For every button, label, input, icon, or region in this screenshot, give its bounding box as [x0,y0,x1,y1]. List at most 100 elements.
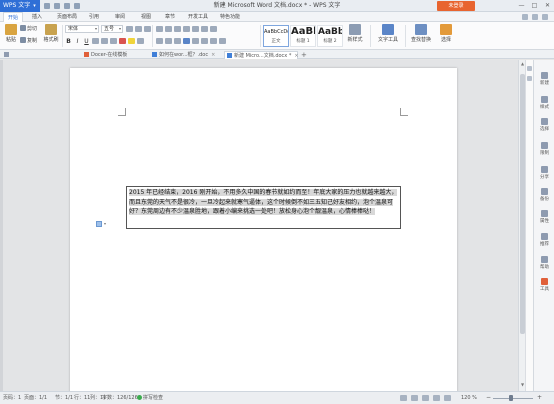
home-icon [4,51,9,57]
italic-button[interactable]: I [74,38,81,45]
distributed-icon[interactable] [192,38,199,44]
new-tab-button[interactable]: + [301,51,307,59]
border-icon[interactable] [219,38,226,44]
bold-button[interactable]: B [65,38,72,45]
justify-icon[interactable] [183,38,190,44]
font-color-icon[interactable] [119,38,126,44]
style-heading-2[interactable]: AaBb 标题 2 [317,25,343,47]
decrease-indent-icon[interactable] [174,26,181,32]
zoom-slider[interactable] [493,398,533,399]
clear-format-icon[interactable] [144,26,151,32]
tab-page-layout[interactable]: 页面布局 [52,12,82,22]
numbered-list-icon[interactable] [165,26,172,32]
spell-check-toggle[interactable]: 拼写检查 [137,392,163,404]
text-tools-button[interactable]: 文字工具 [377,24,399,43]
tab-section[interactable]: 章节 [160,12,180,22]
tab-insert[interactable]: 插入 [26,12,48,22]
close-button[interactable]: ✕ [541,0,554,12]
align-left-icon[interactable] [156,38,163,44]
bullet-list-icon[interactable] [156,26,163,32]
new-style-label: 新样式 [347,37,363,43]
tab-features[interactable]: 特色功能 [216,12,244,22]
pane-recommend[interactable]: 推荐 [534,233,554,247]
pane-styles[interactable]: 样式 [534,96,554,110]
zoom-in-button[interactable]: + [537,392,542,404]
line-spacing-icon[interactable] [201,38,208,44]
align-right-icon[interactable] [174,38,181,44]
tab-review[interactable]: 审阅 [110,12,130,22]
selected-text[interactable]: 2015 年已经结束，2016 刚开始，不用多久中国的春节就如约而至！年底大家的… [129,189,398,216]
doc-tab-docer[interactable]: Docer-在线模板 [82,51,127,59]
tab-home[interactable]: 开始 [3,12,23,22]
skin-icon[interactable] [522,14,528,20]
outline-view-icon[interactable] [433,395,440,401]
pane-backup[interactable]: 备份 [534,188,554,202]
sort-icon[interactable] [201,26,208,32]
minimize-button[interactable]: — [515,0,528,12]
zoom-out-button[interactable]: − [486,392,491,404]
full-screen-icon[interactable] [411,395,418,401]
paste-button[interactable]: 粘贴 [2,24,20,43]
cut-button[interactable]: 剪切 [20,25,37,33]
web-layout-icon[interactable] [422,395,429,401]
pane-select[interactable]: 选择 [534,118,554,132]
pane-tools[interactable]: 工具 [534,278,554,292]
superscript-icon[interactable] [101,38,108,44]
font-size-select[interactable]: 五号 ▾ [101,25,123,33]
select-button[interactable]: 选择 [437,24,455,43]
font-name-value: 宋体 [68,26,79,32]
show-marks-icon[interactable] [210,26,217,32]
status-word-count[interactable]: 字数：126/126 [102,392,138,404]
increase-indent-icon[interactable] [183,26,190,32]
pane-properties[interactable]: 属性 [534,210,554,224]
chevron-down-icon[interactable]: ▾ [104,221,106,226]
tab-view[interactable]: 视图 [136,12,156,22]
align-center-icon[interactable] [165,38,172,44]
prev-page-icon[interactable] [527,66,532,71]
style-normal[interactable]: AaBbCcDd 正文 [263,25,289,47]
find-replace-button[interactable]: 查找替换 [410,24,432,43]
check-icon [137,394,142,400]
shrink-font-icon[interactable] [135,26,142,32]
docer-icon [84,51,89,57]
font-name-select[interactable]: 宋体 ▾ [65,25,99,33]
grow-font-icon[interactable] [126,26,133,32]
underline-button[interactable]: U [83,38,90,45]
collapse-ribbon-icon[interactable] [542,14,548,20]
help-icon[interactable] [532,14,538,20]
doc-tab-previous[interactable]: 如何在wor...框？.doc × [150,51,215,59]
char-border-icon[interactable] [137,38,144,44]
new-style-button[interactable]: 新样式 [346,24,364,43]
style-heading-1[interactable]: AaBb 标题 1 [290,25,316,47]
pane-restrict[interactable]: 限制 [534,142,554,156]
tab-developer[interactable]: 开发工具 [184,12,212,22]
zoom-level[interactable]: 120 % [461,392,477,404]
reading-view-icon[interactable] [444,395,451,401]
window-controls: — □ ✕ [515,0,554,12]
chinese-layout-icon[interactable] [192,26,199,32]
pane-share[interactable]: 分享 [534,166,554,180]
zoom-slider-handle[interactable] [509,395,513,401]
doc-tab-home[interactable] [2,51,11,59]
document-page[interactable]: ▾ 2015 年已经结束，2016 刚开始，不用多久中国的春节就如约而至！年底大… [70,68,457,391]
scissors-icon [20,25,26,31]
login-button[interactable]: 未登录 [437,1,475,11]
next-page-icon[interactable] [527,76,532,81]
subscript-icon[interactable] [110,38,117,44]
tab-references[interactable]: 引用 [84,12,104,22]
close-tab-icon[interactable]: × [294,53,298,59]
maximize-button[interactable]: □ [528,0,541,12]
body-paragraph[interactable]: 2015 年已经结束，2016 刚开始，不用多久中国的春节就如约而至！年底大家的… [126,186,401,229]
doc-tab-current[interactable]: 新建 Micro...文档.docx * × [224,51,299,59]
copy-button[interactable]: 复制 [20,37,37,45]
shading-icon[interactable] [210,38,217,44]
paragraph-handle-icon[interactable] [96,221,102,227]
pane-new[interactable]: 新建 [534,72,554,86]
vertical-scrollbar[interactable]: ▲ ▼ [518,60,525,391]
close-tab-icon[interactable]: × [211,52,215,58]
pane-help[interactable]: 帮助 [534,256,554,270]
print-layout-icon[interactable] [400,395,407,401]
highlight-icon[interactable] [128,38,135,44]
format-painter-button[interactable]: 格式刷 [42,24,60,43]
strikethrough-icon[interactable] [92,38,99,44]
